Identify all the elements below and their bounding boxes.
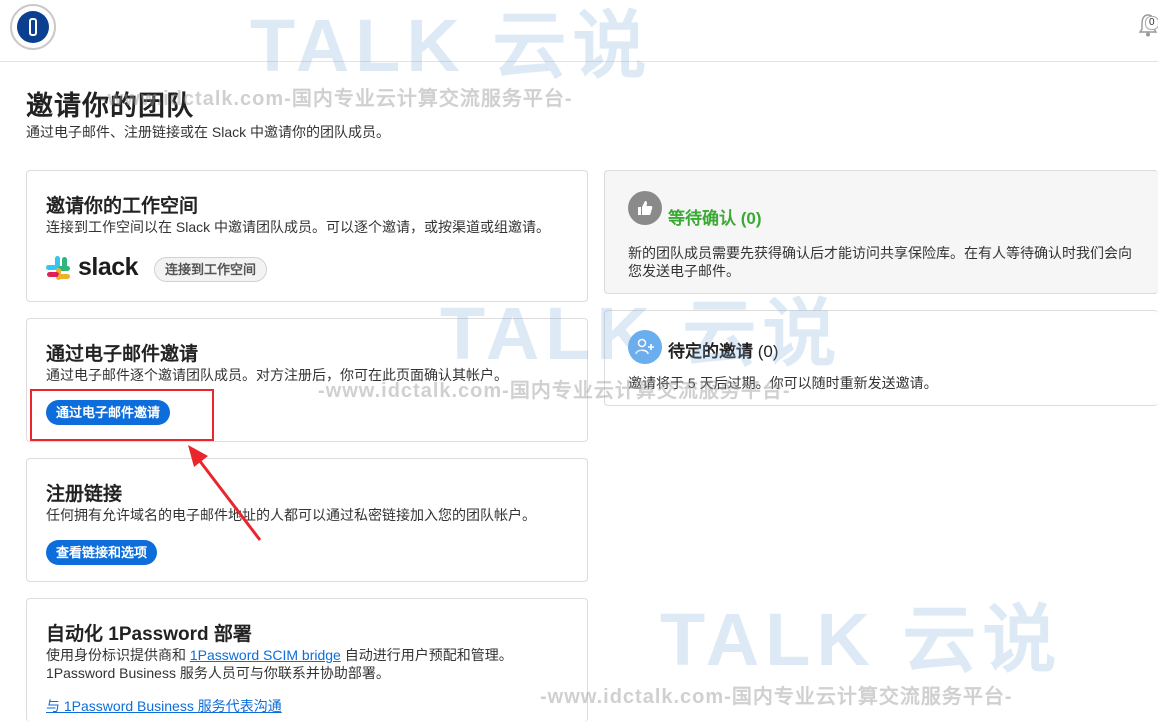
- pending-invites-label: 待定的邀请: [668, 342, 753, 361]
- connect-workspace-button[interactable]: 连接到工作空间: [154, 257, 268, 282]
- pending-invites-description: 邀请将于 5 天后过期。你可以随时重新发送邀请。: [628, 375, 938, 391]
- logo-inner: [17, 11, 49, 43]
- automate-text-before: 使用身份标识提供商和: [46, 647, 190, 663]
- pending-confirmation-card: 等待确认 (0) 新的团队成员需要先获得确认后才能访问共享保险库。在有人等待确认…: [604, 170, 1158, 294]
- contact-business-rep-link[interactable]: 与 1Password Business 服务代表沟通: [46, 697, 282, 715]
- page-title: 邀请你的团队: [26, 91, 194, 121]
- invite-workspace-card: 邀请你的工作空间 连接到工作空间以在 Slack 中邀请团队成员。可以逐个邀请，…: [26, 170, 588, 302]
- 1password-logo-icon[interactable]: [10, 4, 56, 50]
- slack-logo: slack: [46, 253, 139, 282]
- view-link-options-button[interactable]: 查看链接和选项: [46, 540, 158, 565]
- pending-invites-title: 待定的邀请 (0): [668, 337, 779, 362]
- scim-bridge-link[interactable]: 1Password SCIM bridge: [190, 647, 341, 663]
- pending-confirmation-title: 等待确认 (0): [668, 204, 762, 229]
- thumbs-up-icon: [628, 191, 662, 225]
- pending-confirmation-description: 新的团队成员需要先获得确认后才能访问共享保险库。在有人等待确认时我们会向您发送电…: [628, 245, 1132, 279]
- slack-wordmark: slack: [78, 253, 139, 281]
- automate-deployment-title: 自动化 1Password 部署: [46, 624, 252, 645]
- add-user-icon: [628, 330, 662, 364]
- highlight-box: [30, 389, 214, 441]
- automate-deployment-description: 使用身份标识提供商和 1Password SCIM bridge 自动进行用户预…: [46, 646, 513, 682]
- automate-text-line2: 1Password Business 服务人员可与你联系并协助部署。: [46, 665, 390, 681]
- pending-confirmation-label: 等待确认: [668, 209, 736, 228]
- pending-invites-card: 待定的邀请 (0) 邀请将于 5 天后过期。你可以随时重新发送邀请。: [604, 310, 1158, 406]
- annotation-arrow-icon: [188, 445, 262, 541]
- invite-email-title: 通过电子邮件邀请: [46, 344, 199, 365]
- invite-workspace-title: 邀请你的工作空间: [46, 196, 199, 217]
- slack-mark-icon: [46, 255, 70, 280]
- automate-text-after: 自动进行用户预配和管理。: [340, 647, 513, 663]
- watermark-brand-bottom: TALK 云说: [660, 598, 1063, 681]
- add-user-glyph: [635, 338, 654, 355]
- page-subtitle: 通过电子邮件、注册链接或在 Slack 中邀请你的团队成员。: [26, 124, 391, 140]
- top-bar: 0: [0, 0, 1158, 62]
- signup-link-description: 任何拥有允许域名的电子邮件地址的人都可以通过私密链接加入您的团队帐户。: [46, 507, 536, 523]
- watermark-url-bottom: -www.idctalk.com-国内专业云计算交流服务平台-: [540, 686, 1013, 708]
- invite-email-description: 通过电子邮件逐个邀请团队成员。对方注册后，你可在此页面确认其帐户。: [46, 367, 508, 383]
- thumbs-up-glyph: [638, 201, 653, 215]
- logo-keyhole: [29, 18, 37, 36]
- pending-confirmation-count: (0): [740, 209, 762, 228]
- automate-deployment-card: 自动化 1Password 部署 使用身份标识提供商和 1Password SC…: [26, 598, 588, 722]
- invite-workspace-description: 连接到工作空间以在 Slack 中邀请团队成员。可以逐个邀请，或按渠道或组邀请。: [46, 219, 551, 235]
- signup-link-title: 注册链接: [46, 484, 123, 505]
- notification-count-badge: 0: [1145, 16, 1158, 30]
- pending-invites-count: (0): [757, 342, 779, 361]
- signup-link-card: 注册链接 任何拥有允许域名的电子邮件地址的人都可以通过私密链接加入您的团队帐户。…: [26, 458, 588, 582]
